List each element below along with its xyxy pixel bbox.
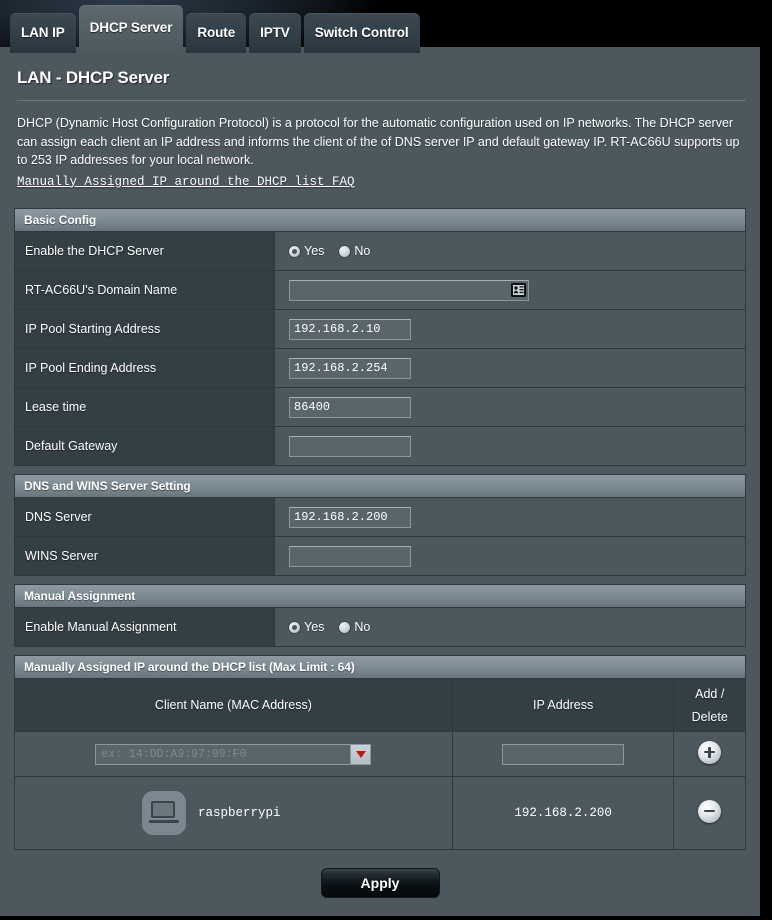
tab-lan-ip-label: LAN IP	[21, 25, 65, 40]
label-pool-start: IP Pool Starting Address	[25, 322, 161, 336]
label-pool-end: IP Pool Ending Address	[25, 361, 157, 375]
radio-manual-assignment-no[interactable]	[339, 621, 351, 633]
entry-action-cell	[673, 776, 745, 849]
column-header-add-delete: Add / Delete	[673, 678, 745, 732]
contact-card-icon[interactable]	[511, 282, 526, 297]
page-title: LAN - DHCP Server	[17, 68, 170, 87]
column-header-add-line: Add /	[695, 686, 725, 701]
row-pool-start: IP Pool Starting Address	[15, 309, 745, 348]
client-text: raspberrypi	[198, 806, 281, 820]
content-panel: LAN - DHCP Server DHCP (Dynamic Host Con…	[0, 47, 760, 916]
lease-time-input[interactable]	[289, 396, 411, 418]
value-pool-start	[274, 310, 745, 348]
dns-wins-section: DNS and WINS Server Setting DNS Server W…	[14, 474, 746, 576]
label-wins-server: WINS Server	[25, 549, 98, 563]
value-domain-name	[274, 271, 745, 309]
radio-manual-assignment-yes[interactable]	[289, 621, 300, 633]
entry-client-cell: raspberrypi	[15, 776, 453, 849]
apply-bar: Apply	[0, 850, 760, 916]
tab-dhcp-server-label: DHCP Server	[89, 20, 173, 35]
tab-dhcp-server[interactable]: DHCP Server	[78, 5, 184, 53]
manual-assignment-section: Manual Assignment Enable Manual Assignme…	[14, 584, 746, 647]
row-domain-name: RT-AC66U's Domain Name	[15, 270, 745, 309]
assigned-ip-list-section: Manually Assigned IP around the DHCP lis…	[14, 655, 746, 850]
value-enable-dhcp: Yes No	[274, 232, 745, 270]
page-description: DHCP (Dynamic Host Configuration Protoco…	[0, 101, 760, 191]
laptop-icon	[142, 791, 186, 835]
value-dns-server	[274, 498, 745, 536]
new-entry-client-cell: ex: 14:DD:A9:97:99:F0	[15, 731, 453, 777]
value-wins-server	[274, 537, 745, 575]
radio-enable-dhcp-yes-label: Yes	[304, 244, 325, 258]
value-default-gateway	[274, 427, 745, 465]
radio-group-manual-assignment: Yes No	[289, 620, 381, 634]
router-admin-page: LAN IP DHCP Server Route IPTV Switch Con…	[0, 0, 772, 920]
table-header-row: Client Name (MAC Address) IP Address Add…	[15, 678, 745, 732]
plus-circle-icon[interactable]	[698, 740, 722, 764]
wins-server-input[interactable]	[289, 545, 411, 567]
value-pool-end	[274, 349, 745, 387]
radio-manual-assignment-yes-label: Yes	[304, 620, 325, 634]
tab-switch-control-label: Switch Control	[314, 25, 409, 40]
dns-server-input[interactable]	[289, 506, 411, 528]
row-wins-server: WINS Server	[15, 536, 745, 575]
row-enable-manual-assignment: Enable Manual Assignment Yes No	[15, 607, 745, 646]
default-gateway-input[interactable]	[289, 435, 411, 457]
tab-route[interactable]: Route	[186, 13, 247, 53]
dns-wins-heading: DNS and WINS Server Setting	[15, 474, 745, 497]
table-row-new-entry: ex: 14:DD:A9:97:99:F0	[15, 731, 745, 777]
tab-lan-ip[interactable]: LAN IP	[10, 13, 76, 53]
page-description-text: DHCP (Dynamic Host Configuration Protoco…	[17, 116, 740, 167]
minus-circle-icon[interactable]	[698, 799, 722, 823]
label-enable-dhcp: Enable the DHCP Server	[25, 244, 164, 258]
tab-iptv[interactable]: IPTV	[249, 13, 301, 53]
radio-enable-dhcp-no[interactable]	[339, 245, 351, 257]
column-header-ip-address: IP Address	[451, 678, 674, 732]
assigned-ip-list-heading: Manually Assigned IP around the DHCP lis…	[15, 655, 745, 678]
label-default-gateway: Default Gateway	[25, 439, 118, 453]
row-pool-end: IP Pool Ending Address	[15, 348, 745, 387]
domain-name-input[interactable]	[289, 279, 529, 301]
table-row: raspberrypi 192.168.2.200	[15, 776, 745, 849]
value-enable-manual-assignment: Yes No	[274, 608, 745, 646]
mac-address-select[interactable]: ex: 14:DD:A9:97:99:F0	[95, 743, 372, 765]
new-entry-ip-cell	[451, 731, 674, 777]
new-entry-action-cell	[673, 731, 745, 777]
radio-enable-dhcp-no-label: No	[354, 244, 371, 258]
pool-start-input[interactable]	[289, 318, 411, 340]
radio-group-enable-dhcp: Yes No	[289, 244, 381, 258]
tab-route-label: Route	[197, 25, 236, 40]
new-entry-ip-input[interactable]	[502, 743, 625, 765]
column-header-delete-line: Delete	[691, 709, 728, 724]
row-default-gateway: Default Gateway	[15, 426, 745, 465]
client-info: raspberrypi	[16, 778, 451, 848]
label-dns-server: DNS Server	[25, 510, 92, 524]
label-domain-name: RT-AC66U's Domain Name	[25, 283, 178, 297]
manual-assignment-heading: Manual Assignment	[15, 584, 745, 607]
domain-name-input-wrap	[289, 279, 529, 301]
assigned-ip-table: Client Name (MAC Address) IP Address Add…	[15, 678, 745, 849]
label-enable-manual-assignment: Enable Manual Assignment	[25, 620, 177, 634]
tab-iptv-label: IPTV	[260, 25, 290, 40]
pool-end-input[interactable]	[289, 357, 411, 379]
row-lease-time: Lease time	[15, 387, 745, 426]
apply-button[interactable]: Apply	[320, 868, 440, 898]
value-lease-time	[274, 388, 745, 426]
entry-ip-cell: 192.168.2.200	[451, 776, 674, 849]
label-lease-time: Lease time	[25, 400, 87, 414]
row-dns-server: DNS Server	[15, 497, 745, 536]
row-enable-dhcp: Enable the DHCP Server Yes No	[15, 231, 745, 270]
faq-link[interactable]: Manually Assigned IP around the DHCP lis…	[17, 173, 355, 192]
tab-bar: LAN IP DHCP Server Route IPTV Switch Con…	[10, 5, 423, 53]
tab-switch-control[interactable]: Switch Control	[303, 13, 420, 53]
mac-address-placeholder: ex: 14:DD:A9:97:99:F0	[101, 747, 247, 761]
basic-config-section: Basic Config Enable the DHCP Server Yes …	[14, 208, 746, 466]
basic-config-heading: Basic Config	[15, 208, 745, 231]
radio-enable-dhcp-yes[interactable]	[289, 245, 300, 257]
chevron-down-icon[interactable]	[350, 744, 371, 764]
radio-manual-assignment-no-label: No	[354, 620, 371, 634]
client-name: raspberrypi	[198, 806, 281, 820]
column-header-client-name: Client Name (MAC Address)	[15, 678, 453, 732]
